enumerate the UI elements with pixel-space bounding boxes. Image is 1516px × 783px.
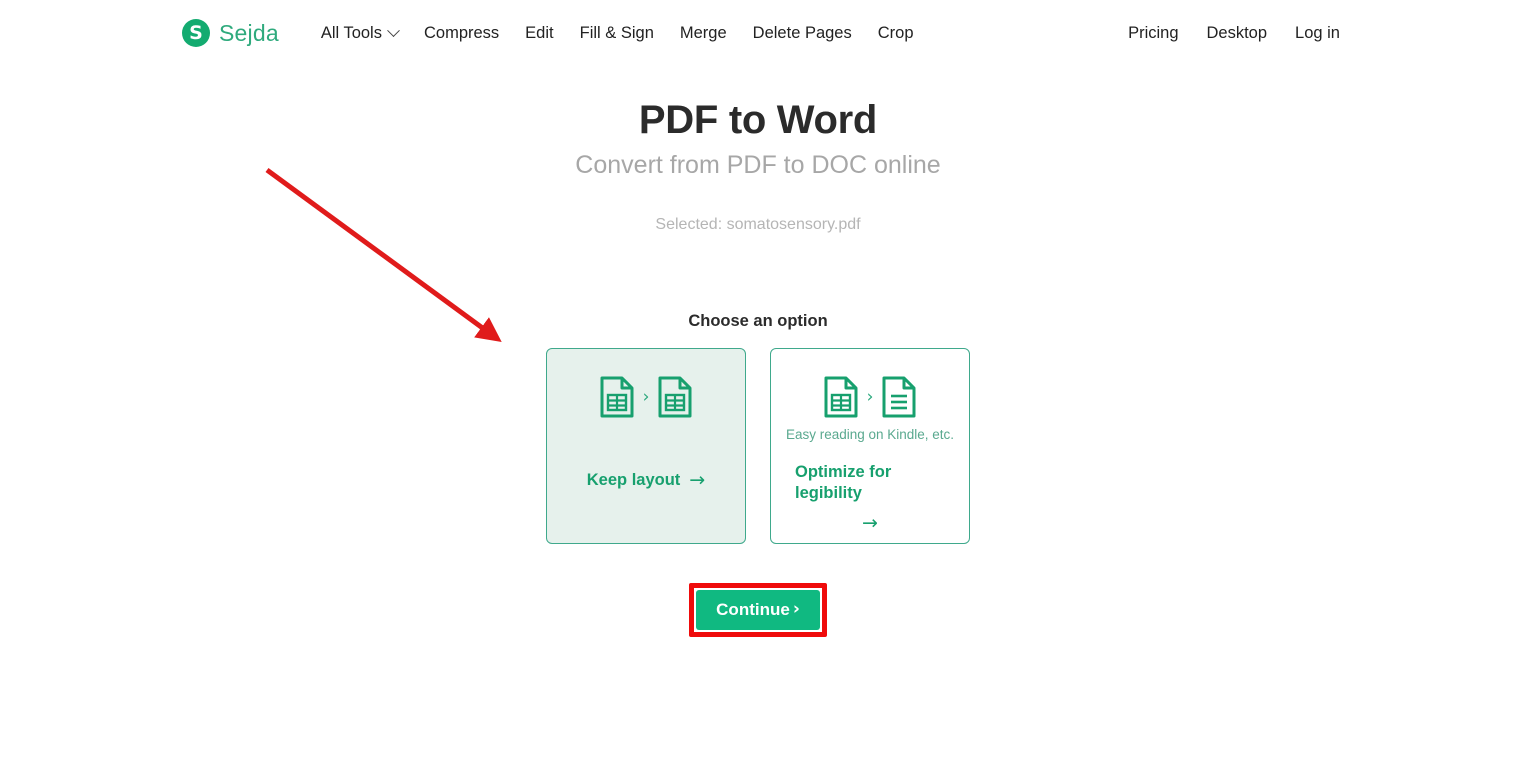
arrow-right-icon: → [862,512,878,534]
primary-nav: All Tools Compress Edit Fill & Sign Merg… [321,24,914,43]
option-action-optimize-for-legibility[interactable]: Optimize for legibility → [795,462,945,534]
nav-item-all-tools[interactable]: All Tools [320,23,400,43]
continue-button-area: Continue › [0,583,1516,637]
sejda-brand-name: Sejda [219,19,279,46]
option-action-keep-layout[interactable]: Keep layout → [587,470,705,491]
nav-item-compress[interactable]: Compress [424,24,499,43]
nav-item-delete-pages[interactable]: Delete Pages [753,24,852,43]
option-icon-pair-optimize: › [824,376,917,418]
page-subtitle: Convert from PDF to DOC online [575,151,941,179]
conversion-option-list: › Keep layout → › Easy reading on Kindle… [0,348,1516,544]
option-action-label: Optimize for legibility [795,463,892,502]
nav-item-edit[interactable]: Edit [525,24,553,43]
option-card-optimize-for-legibility[interactable]: › Easy reading on Kindle, etc. Optimize … [770,348,970,544]
chevron-right-icon: › [792,599,800,619]
main-content: PDF to Word Convert from PDF to DOC onli… [0,98,1516,637]
option-card-keep-layout[interactable]: › Keep layout → [546,348,746,544]
chevron-down-icon [387,23,400,37]
secondary-nav: Pricing Desktop Log in [1128,24,1340,43]
arrow-right-icon: → [689,469,706,491]
option-arrow-separator-icon: › [866,386,874,407]
nav-item-fill-and-sign[interactable]: Fill & Sign [580,24,654,43]
spreadsheet-document-icon [600,376,634,418]
spreadsheet-document-icon [658,376,692,418]
continue-highlight-box: Continue › [689,583,827,637]
option-icon-pair-keep-layout: › [600,376,693,418]
text-document-icon [882,376,916,418]
nav-item-crop[interactable]: Crop [878,24,914,43]
nav-item-all-tools-label: All Tools [320,23,382,42]
nav-item-merge[interactable]: Merge [680,24,727,43]
nav-item-pricing[interactable]: Pricing [1128,24,1178,43]
nav-item-log-in[interactable]: Log in [1295,24,1340,43]
nav-item-desktop[interactable]: Desktop [1207,24,1268,43]
continue-button[interactable]: Continue › [696,590,820,630]
choose-option-heading: Choose an option [688,312,828,330]
sejda-logo-link[interactable]: S Sejda [182,19,279,47]
spreadsheet-document-icon [824,376,858,418]
sejda-logo-icon: S [182,19,210,47]
continue-button-label: Continue [716,600,790,619]
page-title: PDF to Word [638,98,878,142]
option-arrow-separator-icon: › [642,386,650,407]
option-action-label: Keep layout [586,471,681,489]
option-note-optimize: Easy reading on Kindle, etc. [785,427,955,442]
top-navigation-bar: S Sejda All Tools Compress Edit Fill & S… [0,0,1516,66]
selected-file-label: Selected: somatosensory.pdf [655,216,861,233]
